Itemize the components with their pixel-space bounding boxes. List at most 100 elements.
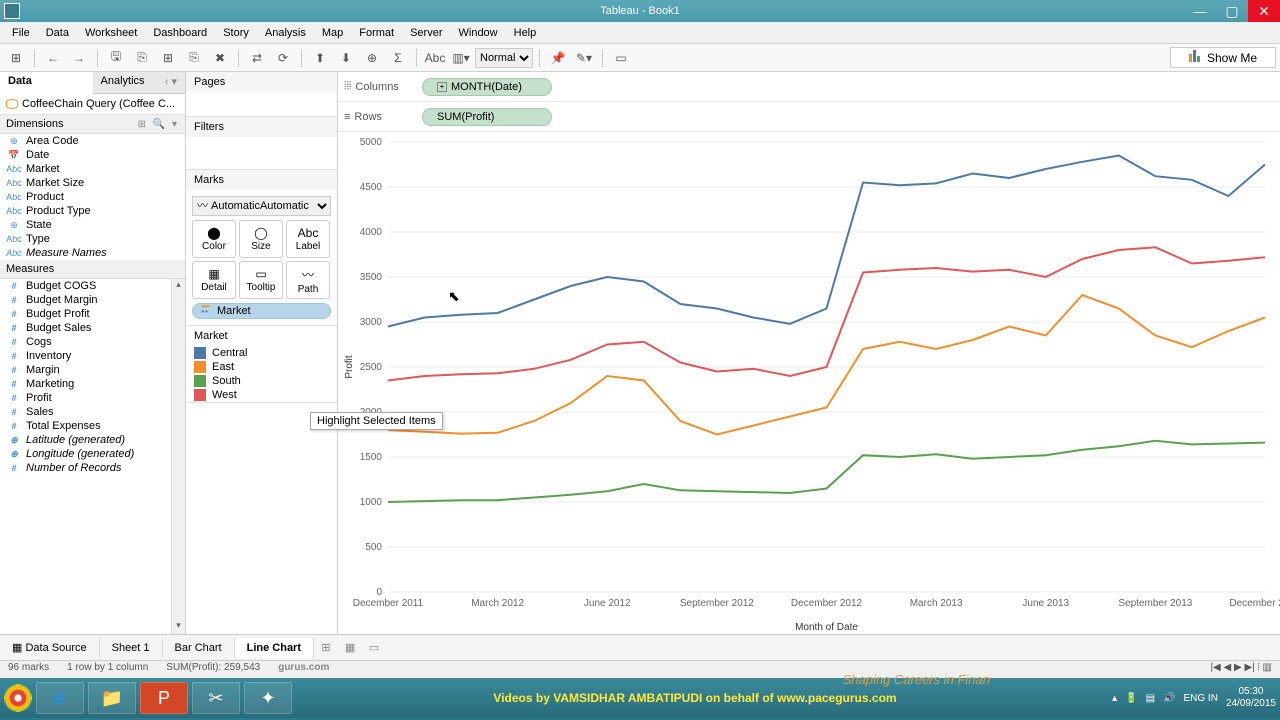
- chrome-icon[interactable]: [4, 684, 32, 712]
- tray-lang[interactable]: ENG IN: [1183, 693, 1217, 704]
- filters-shelf[interactable]: Filters: [186, 117, 337, 137]
- menu-worksheet[interactable]: Worksheet: [77, 25, 145, 41]
- color-pill-market[interactable]: Market: [192, 303, 331, 319]
- sort-asc-icon[interactable]: ⬆: [308, 47, 332, 69]
- presentation-icon[interactable]: ▭: [609, 47, 633, 69]
- menu-dashboard[interactable]: Dashboard: [145, 25, 215, 41]
- tooltip-button[interactable]: ▭Tooltip: [239, 261, 283, 299]
- forward-icon[interactable]: →: [67, 47, 91, 69]
- dimension-item[interactable]: 📅Date: [0, 148, 185, 162]
- menu-format[interactable]: Format: [351, 25, 402, 41]
- group-icon[interactable]: ⊕: [360, 47, 384, 69]
- abc-icon[interactable]: Abc: [423, 47, 447, 69]
- datasource-row[interactable]: CoffeeChain Query (Coffee C...: [0, 94, 185, 115]
- dimension-item[interactable]: AbcType: [0, 232, 185, 246]
- tab-linechart[interactable]: Line Chart: [235, 638, 314, 658]
- minimize-button[interactable]: —: [1184, 0, 1216, 22]
- tray-clock[interactable]: 05:3024/09/2015: [1226, 686, 1276, 710]
- tray-battery-icon[interactable]: 🔋: [1125, 693, 1137, 704]
- measure-item[interactable]: #Budget Profit: [0, 307, 185, 321]
- path-button[interactable]: 〰Path: [286, 261, 330, 299]
- measure-item[interactable]: #Total Expenses: [0, 419, 185, 433]
- tab-barchart[interactable]: Bar Chart: [163, 638, 235, 658]
- new-worksheet-icon[interactable]: ⊞: [314, 641, 338, 654]
- data-tab[interactable]: Data: [0, 72, 93, 94]
- columns-pill[interactable]: +MONTH(Date): [422, 78, 552, 96]
- dimension-item[interactable]: AbcMarket Size: [0, 176, 185, 190]
- tab-sheet1[interactable]: Sheet 1: [100, 638, 163, 658]
- measure-item[interactable]: #Budget COGS: [0, 279, 185, 293]
- chart-view[interactable]: 0500100015002000250030003500400045005000…: [338, 132, 1280, 634]
- save-icon[interactable]: 🖫: [104, 47, 128, 69]
- measures-scrollbar[interactable]: ▴▾: [171, 279, 185, 634]
- dimension-item[interactable]: ⊕State: [0, 218, 185, 232]
- dimension-item[interactable]: AbcProduct: [0, 190, 185, 204]
- measure-item[interactable]: ⊕Latitude (generated): [0, 433, 185, 447]
- dimensions-tools[interactable]: ⊞ 🔍 ▾: [138, 119, 179, 130]
- rows-pill[interactable]: SUM(Profit): [422, 108, 552, 126]
- dimension-item[interactable]: ⊕Area Code: [0, 134, 185, 148]
- new-worksheet-icon[interactable]: ⊞: [156, 47, 180, 69]
- duplicate-icon[interactable]: ⎘: [182, 47, 206, 69]
- start-icon[interactable]: ⊞: [4, 47, 28, 69]
- measure-item[interactable]: #Profit: [0, 391, 185, 405]
- tray-up-icon[interactable]: ▴: [1112, 693, 1117, 704]
- menu-story[interactable]: Story: [215, 25, 257, 41]
- explorer-icon[interactable]: 📁: [88, 682, 136, 714]
- new-datasource-icon[interactable]: ⎘: [130, 47, 154, 69]
- size-button[interactable]: ◯Size: [239, 220, 283, 258]
- maximize-button[interactable]: ▢: [1216, 0, 1248, 22]
- menu-help[interactable]: Help: [506, 25, 545, 41]
- ie-icon[interactable]: e: [36, 682, 84, 714]
- status-nav[interactable]: |◀ ◀ ▶ ▶| ⦙ ▥: [1210, 662, 1272, 677]
- menu-server[interactable]: Server: [402, 25, 450, 41]
- measure-item[interactable]: #Marketing: [0, 377, 185, 391]
- totals-icon[interactable]: Σ: [386, 47, 410, 69]
- measure-item[interactable]: #Sales: [0, 405, 185, 419]
- menu-map[interactable]: Map: [314, 25, 351, 41]
- fit-select[interactable]: Normal: [475, 48, 533, 68]
- dimension-item[interactable]: AbcMeasure Names: [0, 246, 185, 260]
- mark-type-select[interactable]: 〰 AutomaticAutomatic: [192, 196, 331, 216]
- label-button[interactable]: AbcLabel: [286, 220, 330, 258]
- tableau-task-icon[interactable]: ✦: [244, 682, 292, 714]
- sort-desc-icon[interactable]: ⬇: [334, 47, 358, 69]
- highlight-icon[interactable]: ✎▾: [572, 47, 596, 69]
- measure-item[interactable]: ⊕Longitude (generated): [0, 447, 185, 461]
- tray-volume-icon[interactable]: 🔊: [1163, 693, 1175, 704]
- chart-type-icon[interactable]: ▥▾: [449, 47, 473, 69]
- new-story-icon[interactable]: ▭: [362, 641, 386, 654]
- show-me-button[interactable]: Show Me: [1170, 47, 1276, 68]
- powerpoint-icon[interactable]: P: [140, 682, 188, 714]
- swap-icon[interactable]: ⇄: [245, 47, 269, 69]
- measure-item[interactable]: #Cogs: [0, 335, 185, 349]
- expand-icon[interactable]: +: [437, 82, 447, 92]
- legend-item[interactable]: West: [186, 388, 337, 402]
- legend-item[interactable]: East: [186, 360, 337, 374]
- dimension-item[interactable]: AbcMarket: [0, 162, 185, 176]
- tray-action-icon[interactable]: ▤: [1146, 693, 1155, 704]
- tab-datasource[interactable]: ▦ Data Source: [0, 637, 100, 658]
- back-icon[interactable]: ←: [41, 47, 65, 69]
- menu-data[interactable]: Data: [38, 25, 77, 41]
- pin-icon[interactable]: 📌: [546, 47, 570, 69]
- legend-item[interactable]: Central: [186, 346, 337, 360]
- menu-file[interactable]: File: [4, 25, 38, 41]
- menu-analysis[interactable]: Analysis: [257, 25, 314, 41]
- clear-icon[interactable]: ✖: [208, 47, 232, 69]
- close-button[interactable]: ✕: [1248, 0, 1280, 22]
- new-dashboard-icon[interactable]: ▦: [338, 641, 362, 654]
- analytics-tab[interactable]: Analytics‹ ▾: [93, 72, 186, 94]
- measure-item[interactable]: #Budget Sales: [0, 321, 185, 335]
- detail-button[interactable]: ▦Detail: [192, 261, 236, 299]
- menu-window[interactable]: Window: [451, 25, 506, 41]
- dimension-item[interactable]: AbcProduct Type: [0, 204, 185, 218]
- measure-item[interactable]: #Budget Margin: [0, 293, 185, 307]
- measure-item[interactable]: #Margin: [0, 363, 185, 377]
- refresh-icon[interactable]: ⟳: [271, 47, 295, 69]
- measure-item[interactable]: #Inventory: [0, 349, 185, 363]
- pages-shelf[interactable]: Pages: [186, 72, 337, 92]
- legend-item[interactable]: South: [186, 374, 337, 388]
- color-button[interactable]: ⬤Color: [192, 220, 236, 258]
- measure-item[interactable]: #Number of Records: [0, 461, 185, 475]
